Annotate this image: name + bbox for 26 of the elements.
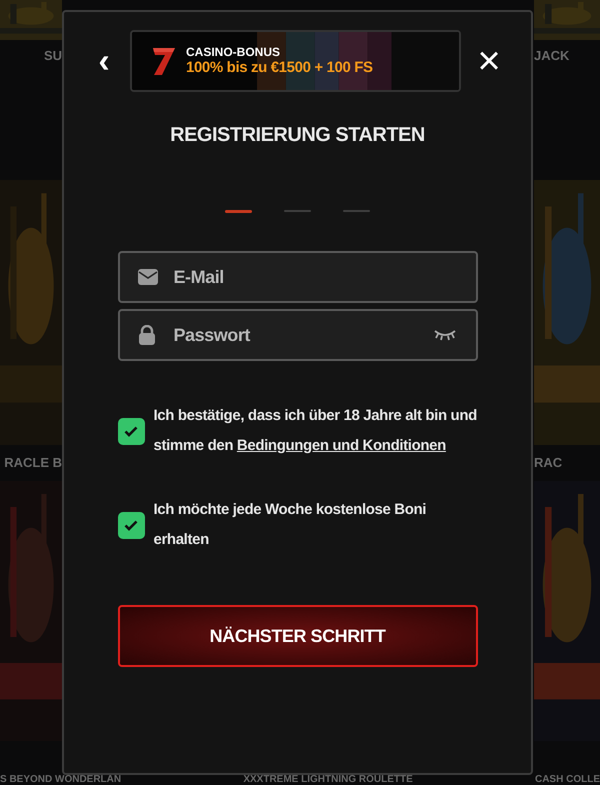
modal-title: REGISTRIERUNG STARTEN <box>170 123 425 148</box>
closed-eye-icon[interactable] <box>434 329 456 341</box>
checkmark-icon <box>124 520 138 530</box>
padlock-icon <box>138 325 156 345</box>
close-button[interactable]: × <box>475 46 503 76</box>
checkmark-icon <box>124 426 138 436</box>
next-step-button[interactable]: NÄCHSTER SCHRITT <box>118 605 478 667</box>
email-field[interactable]: E-Mail <box>118 251 478 303</box>
game-caption: JACK <box>534 47 570 66</box>
checkbox[interactable] <box>118 512 144 538</box>
consent-text: Ich möchte jede Woche kostenlose Boni erhalten <box>154 500 428 550</box>
game-caption: S BEYOND WONDERLAN <box>0 775 122 785</box>
bonus-offer: 100% bis zu €1500 + 100 FS <box>186 59 373 77</box>
seven-logo-icon <box>150 46 176 76</box>
game-caption: CASH COLLE <box>534 775 600 785</box>
game-caption: SU <box>44 47 62 66</box>
password-field[interactable]: Passwort <box>118 309 478 361</box>
envelope-icon <box>138 269 158 285</box>
game-caption: XXXTREME LIGHTNING ROULETTE <box>243 775 413 785</box>
bonus-label: CASINO-BONUS <box>186 45 282 59</box>
checkbox[interactable] <box>118 418 144 444</box>
terms-link[interactable]: Bedingungen und Konditionen <box>236 437 446 454</box>
game-caption: RAC <box>534 454 562 472</box>
game-caption: RACLE B <box>4 454 62 472</box>
consent-text: Ich bestätige, dass ich über 18 Jahre alt bin und stimme den Bedingungen und Konditionen <box>154 406 478 456</box>
back-button[interactable]: ‹ <box>92 46 116 76</box>
